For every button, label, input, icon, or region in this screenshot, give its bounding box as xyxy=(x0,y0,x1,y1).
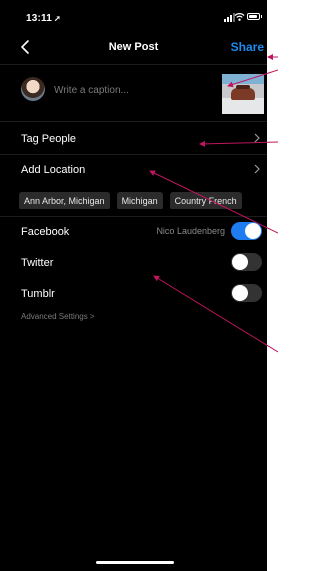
page-title: New Post xyxy=(108,41,159,53)
add-location-row[interactable]: Add Location xyxy=(0,155,267,185)
caption-section xyxy=(0,64,267,122)
status-bar: 13:11 ➚ xyxy=(0,0,267,32)
advanced-settings-link[interactable]: Advanced Settings > xyxy=(21,312,95,321)
location-arrow-icon: ➚ xyxy=(54,14,61,23)
location-chip[interactable]: Ann Arbor, Michigan xyxy=(19,192,110,209)
toggle-knob xyxy=(245,223,261,239)
status-time: 13:11 ➚ xyxy=(26,13,61,24)
thumbnail-subject-top xyxy=(236,85,250,89)
home-indicator[interactable] xyxy=(96,561,174,564)
chevron-right-icon xyxy=(254,133,260,143)
caption-input[interactable] xyxy=(54,81,204,99)
chevron-right-icon xyxy=(254,164,260,174)
toggle-knob xyxy=(232,285,248,301)
facebook-toggle[interactable] xyxy=(231,222,262,240)
share-button[interactable]: Share xyxy=(231,40,264,54)
clock-text: 13:11 xyxy=(26,13,53,24)
avatar xyxy=(21,77,45,101)
thumbnail-snow xyxy=(222,98,264,114)
twitter-label: Twitter xyxy=(21,257,54,269)
facebook-row: Facebook Nico Laudenberg xyxy=(0,217,267,247)
post-image-thumbnail[interactable] xyxy=(222,74,264,114)
twitter-toggle[interactable] xyxy=(231,253,262,271)
tag-people-label: Tag People xyxy=(21,133,77,145)
facebook-label: Facebook xyxy=(21,226,70,238)
toggle-knob xyxy=(232,254,248,270)
tumblr-toggle[interactable] xyxy=(231,284,262,302)
tag-people-row[interactable]: Tag People xyxy=(0,124,267,154)
wifi-icon xyxy=(234,13,245,21)
location-suggestions: Ann Arbor, Michigan Michigan Country Frenc… xyxy=(19,191,267,209)
twitter-row: Twitter xyxy=(0,248,267,278)
add-location-label: Add Location xyxy=(21,164,86,176)
thumbnail-subject xyxy=(231,88,255,100)
battery-icon xyxy=(247,13,262,20)
location-chip[interactable]: Michigan xyxy=(116,192,163,209)
tumblr-label: Tumblr xyxy=(21,288,55,300)
location-chip[interactable]: Country French xyxy=(169,192,242,209)
header: New Post Share xyxy=(0,34,267,62)
facebook-account-name: Nico Laudenberg xyxy=(156,226,225,236)
phone-screen: 13:11➚ New Post Share Tag People xyxy=(0,0,267,571)
tumblr-row: Tumblr xyxy=(0,279,267,309)
